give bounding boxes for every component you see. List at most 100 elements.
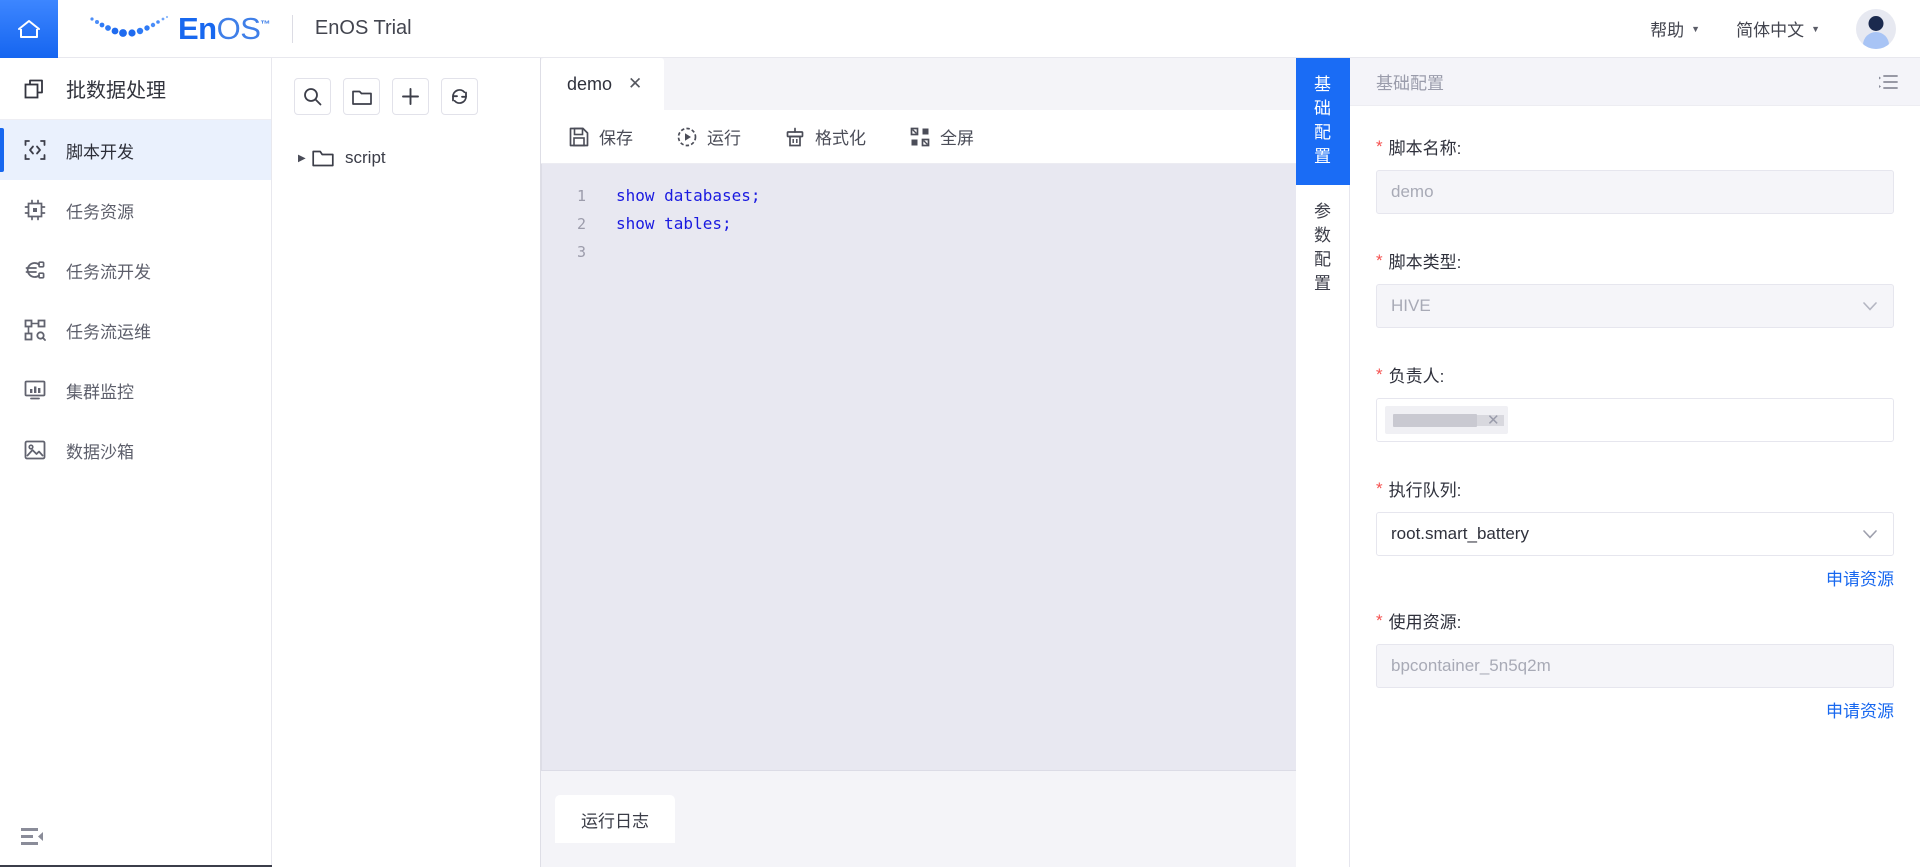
sidebar-item-label: 集群监控	[66, 382, 134, 402]
application-window: EnOS™ EnOS Trial 帮助 ▼ 简体中文 ▼ 批数据处理 脚本开发 …	[0, 0, 1920, 867]
owner-tag-input[interactable]: ✕	[1376, 398, 1894, 442]
search-button[interactable]	[294, 78, 331, 115]
tab-basic-config-char: 基	[1314, 75, 1332, 94]
field-label-text: 执行队列:	[1388, 481, 1462, 500]
required-marker: *	[1376, 611, 1383, 630]
sidebar-item-workflow-operations[interactable]: 任务流运维	[0, 300, 271, 360]
field-label-text: 使用资源:	[1388, 613, 1462, 632]
chevron-right-icon[interactable]: ▶	[298, 153, 312, 164]
collapse-sidebar-icon	[21, 828, 43, 845]
chevron-down-icon	[1863, 526, 1877, 542]
tab-parameter-config-char: 数	[1314, 225, 1332, 245]
field-script-name: * 脚本名称: demo	[1376, 134, 1894, 214]
code-editor[interactable]: 1 2 3 show databases; show tables;	[541, 164, 1296, 770]
tab-basic-config[interactable]: 基 础 配 置	[1296, 58, 1350, 185]
sidebar-item-cluster-monitoring[interactable]: 集群监控	[0, 360, 271, 420]
refresh-button[interactable]	[441, 78, 478, 115]
field-script-type: * 脚本类型: HIVE	[1376, 248, 1894, 328]
script-type-select[interactable]: HIVE	[1376, 284, 1894, 328]
flow-euro-icon	[22, 257, 48, 283]
code-brackets-icon	[22, 137, 48, 163]
format-button-label: 格式化	[815, 129, 866, 148]
editor-tabbar: demo ✕	[541, 58, 1296, 110]
line-number: 1	[576, 187, 586, 205]
avatar-body-shape	[1863, 31, 1889, 49]
close-icon[interactable]: ✕	[628, 74, 642, 94]
sidebar-item-task-resources[interactable]: 任务资源	[0, 180, 271, 240]
enos-logo-mark	[86, 12, 172, 46]
avatar[interactable]	[1856, 8, 1896, 49]
apply-resource-link-queue[interactable]: 申请资源	[1376, 565, 1894, 590]
tab-basic-config-char: 置	[1314, 147, 1332, 167]
config-vertical-tabs: 基 础 配 置 参 数 配 置	[1296, 58, 1350, 867]
sidebar-item-label: 数据沙箱	[66, 442, 134, 462]
left-sidebar: 批数据处理 脚本开发 任务资源 任务流开发 任务流运维 集群监控 数据沙箱	[0, 58, 272, 867]
fullscreen-button[interactable]: 全屏	[910, 124, 974, 149]
chevron-down-icon	[1863, 298, 1877, 314]
required-marker: *	[1376, 251, 1383, 270]
file-tree-toolbar	[272, 58, 540, 115]
field-execution-queue-label: * 执行队列:	[1376, 476, 1894, 501]
field-script-name-label: * 脚本名称:	[1376, 134, 1894, 159]
fullscreen-icon	[910, 127, 930, 147]
run-button-label: 运行	[707, 129, 741, 148]
run-button[interactable]: 运行	[677, 124, 741, 149]
home-button[interactable]	[0, 0, 58, 58]
field-used-resource-label: * 使用资源:	[1376, 608, 1894, 633]
sidebar-item-label: 任务资源	[66, 202, 134, 222]
language-menu-label: 简体中文	[1736, 21, 1805, 40]
format-button[interactable]: 格式化	[785, 124, 866, 149]
sidebar-item-data-sandbox[interactable]: 数据沙箱	[0, 420, 271, 480]
tab-parameter-config-char: 配	[1314, 249, 1332, 269]
tab-parameter-config[interactable]: 参 数 配 置	[1296, 185, 1350, 312]
script-name-value: demo	[1391, 182, 1434, 201]
monitor-chart-icon	[22, 377, 48, 403]
fullscreen-button-label: 全屏	[940, 129, 974, 148]
sidebar-item-script-development[interactable]: 脚本开发	[0, 120, 271, 180]
field-owner-label: * 负责人:	[1376, 362, 1894, 387]
log-panel: 运行日志	[541, 770, 1296, 867]
language-menu[interactable]: 简体中文 ▼	[1736, 16, 1820, 41]
save-button[interactable]: 保存	[569, 124, 633, 149]
folder-icon	[312, 149, 334, 168]
code-line: show tables;	[616, 214, 732, 233]
config-panel-header: 基础配置	[1350, 58, 1920, 106]
search-icon	[304, 88, 322, 106]
file-tree-node-script[interactable]: ▶ script	[272, 137, 540, 179]
field-label-text: 脚本类型:	[1388, 253, 1462, 272]
tab-run-log[interactable]: 运行日志	[555, 795, 675, 843]
enos-dots-icon	[90, 15, 169, 37]
header-divider	[291, 14, 293, 43]
field-execution-queue: * 执行队列: root.smart_battery 申请资源	[1376, 476, 1894, 590]
panel-collapse-button[interactable]	[1878, 74, 1898, 90]
chevron-down-icon: ▼	[1811, 23, 1820, 34]
script-name-input[interactable]: demo	[1376, 170, 1894, 214]
collapse-sidebar-button[interactable]	[20, 825, 48, 851]
code-line: show databases;	[616, 186, 761, 205]
execution-queue-value: root.smart_battery	[1391, 524, 1529, 543]
new-folder-button[interactable]	[343, 78, 380, 115]
enos-wordmark-en: En	[178, 11, 217, 46]
used-resource-input[interactable]: bpcontainer_5n5q2m	[1376, 644, 1894, 688]
add-button[interactable]	[392, 78, 429, 115]
sidebar-item-workflow-development[interactable]: 任务流开发	[0, 240, 271, 300]
code-content[interactable]: show databases; show tables;	[598, 164, 1296, 770]
apply-resource-link-resource[interactable]: 申请资源	[1376, 697, 1894, 722]
owner-tag: ✕	[1385, 406, 1508, 434]
required-marker: *	[1376, 365, 1383, 384]
file-tree-node-label: script	[345, 148, 386, 167]
editor-tab-demo[interactable]: demo ✕	[541, 58, 665, 110]
help-menu[interactable]: 帮助 ▼	[1650, 16, 1700, 41]
file-tree-panel: ▶ script	[272, 58, 541, 867]
required-marker: *	[1376, 479, 1383, 498]
remove-tag-icon[interactable]: ✕	[1487, 411, 1500, 429]
form-spacer	[1376, 464, 1894, 476]
config-panel-title: 基础配置	[1376, 74, 1444, 93]
node-graph-icon	[22, 317, 48, 343]
script-type-value: HIVE	[1391, 296, 1431, 315]
execution-queue-select[interactable]: root.smart_battery	[1376, 512, 1894, 556]
copy-layers-icon	[22, 76, 48, 102]
field-label-text: 负责人:	[1388, 367, 1445, 386]
editor-area: demo ✕ 保存 运行 格式化 全屏 1 2 3 show databases…	[541, 58, 1296, 867]
